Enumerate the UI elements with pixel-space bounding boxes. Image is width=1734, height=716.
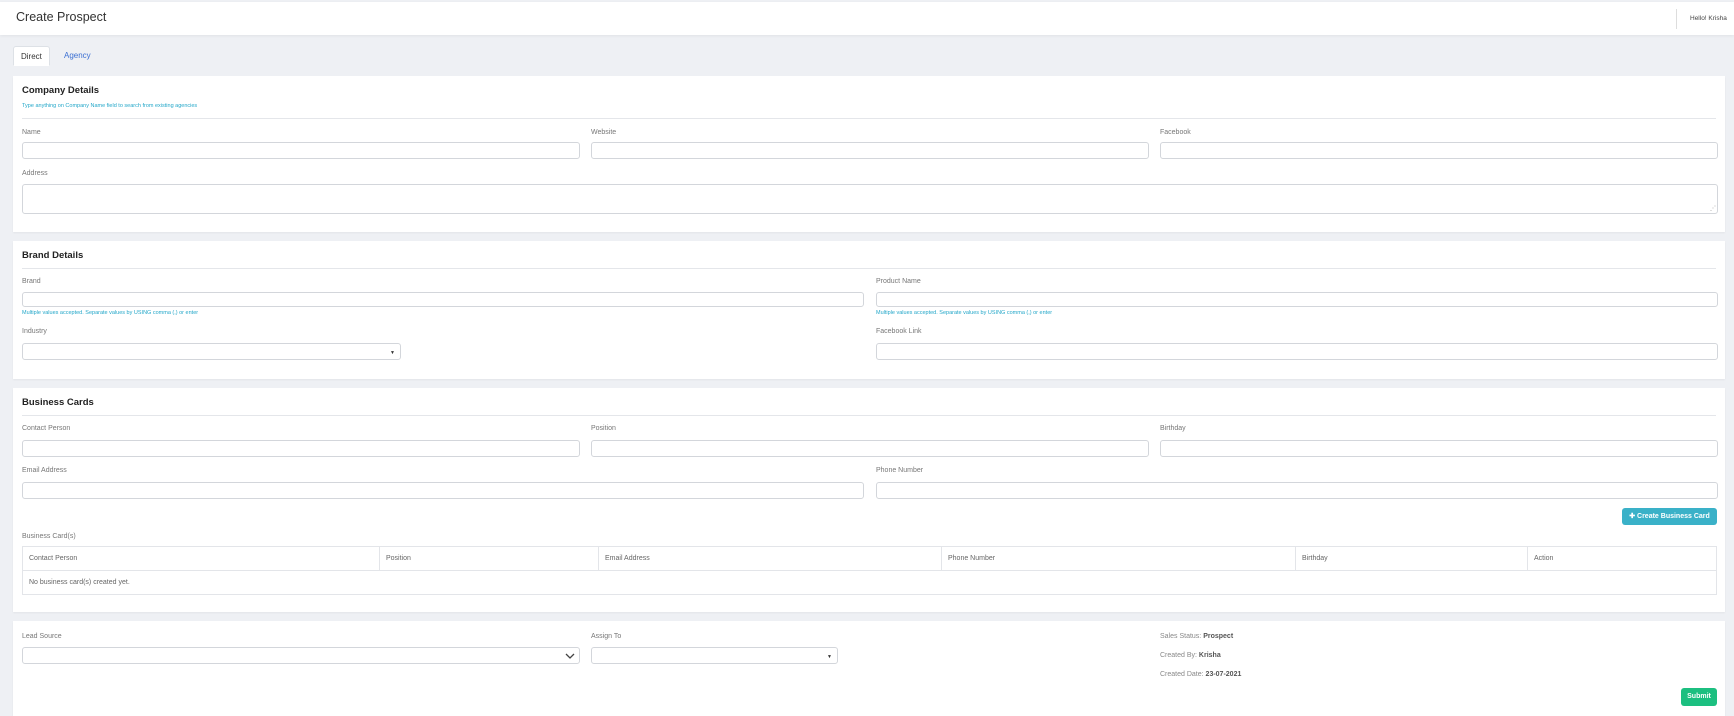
column-header: Contact Person — [22, 546, 380, 571]
birthday-input[interactable] — [1160, 440, 1718, 457]
business-cards-card: Business Cards Contact Person Position B… — [13, 388, 1725, 612]
website-input[interactable] — [591, 142, 1149, 159]
created-by: Created By: Krisha — [1160, 652, 1221, 659]
tab-agency[interactable]: Agency — [57, 46, 98, 66]
divider — [22, 118, 1716, 119]
business-cards-table: Contact Person Position Email Address Ph… — [22, 546, 1717, 595]
submit-button[interactable]: Submit — [1681, 688, 1717, 706]
brand-input[interactable] — [22, 292, 864, 307]
lead-details-card: Lead Source Assign To ▼ Sales Status: Pr… — [13, 621, 1725, 716]
lead-source-select[interactable] — [22, 647, 580, 664]
sales-status: Sales Status: Prospect — [1160, 633, 1233, 640]
product-name-hint: Multiple values accepted. Separate value… — [876, 310, 1053, 316]
caret-down-icon: ▼ — [827, 654, 832, 660]
facebook-label: Facebook — [1160, 129, 1191, 136]
email-address-label: Email Address — [22, 467, 67, 474]
company-search-hint: Type anything on Company Name field to s… — [22, 103, 198, 109]
divider — [22, 268, 1716, 269]
column-header: Email Address — [598, 546, 942, 571]
created-by-value: Krisha — [1198, 652, 1221, 659]
business-cards-title: Business Cards — [22, 397, 94, 408]
position-input[interactable] — [591, 440, 1149, 457]
plus-icon: ✚ — [1629, 513, 1636, 520]
sales-status-value: Prospect — [1203, 633, 1234, 640]
assign-to-select[interactable]: ▼ — [591, 647, 838, 664]
address-label: Address — [22, 170, 48, 177]
header-divider — [1676, 9, 1677, 29]
product-name-label: Product Name — [876, 278, 921, 285]
created-date-label: Created Date: — [1160, 671, 1204, 678]
email-address-input[interactable] — [22, 482, 864, 499]
table-row: No business card(s) created yet. — [22, 570, 1717, 595]
facebook-input[interactable] — [1160, 142, 1718, 159]
birthday-label: Birthday — [1160, 425, 1186, 432]
column-header: Action — [1527, 546, 1717, 571]
company-details-card: Company Details Type anything on Company… — [13, 76, 1725, 232]
industry-select[interactable]: ▼ — [22, 343, 401, 360]
phone-number-input[interactable] — [876, 482, 1718, 499]
create-business-card-button[interactable]: ✚ Create Business Card — [1622, 508, 1717, 525]
user-greeting[interactable]: Hello! Krisha — [1690, 15, 1727, 22]
contact-person-input[interactable] — [22, 440, 580, 457]
chevron-down-icon — [565, 653, 575, 659]
column-header: Phone Number — [941, 546, 1296, 571]
facebook-link-label: Facebook Link — [876, 328, 922, 335]
caret-down-icon: ▼ — [390, 350, 395, 356]
column-header: Birthday — [1295, 546, 1528, 571]
business-cards-list-label: Business Card(s) — [22, 533, 76, 540]
brand-label: Brand — [22, 278, 41, 285]
empty-table-message: No business card(s) created yet. — [22, 570, 1717, 595]
brand-details-card: Brand Details Brand Multiple values acce… — [13, 241, 1725, 379]
column-header: Position — [379, 546, 599, 571]
create-business-card-label: Create Business Card — [1637, 513, 1710, 520]
contact-person-label: Contact Person — [22, 425, 71, 432]
company-name-input[interactable] — [22, 142, 580, 159]
phone-number-label: Phone Number — [876, 467, 924, 474]
table-header-row: Contact Person Position Email Address Ph… — [22, 546, 1717, 571]
lead-source-label: Lead Source — [22, 633, 62, 640]
resize-handle-icon[interactable]: ⋰ — [1710, 206, 1716, 212]
website-label: Website — [591, 129, 617, 136]
address-textarea[interactable]: ⋰ — [22, 184, 1718, 214]
brand-details-title: Brand Details — [22, 250, 84, 261]
facebook-link-input[interactable] — [876, 343, 1718, 360]
industry-label: Industry — [22, 328, 47, 335]
created-date: Created Date: 23-07-2021 — [1160, 671, 1241, 678]
created-by-label: Created By: — [1160, 652, 1197, 659]
created-date-value: 23-07-2021 — [1205, 671, 1242, 678]
product-name-input[interactable] — [876, 292, 1718, 307]
name-label: Name — [22, 129, 41, 136]
page-title: Create Prospect — [16, 10, 107, 24]
company-details-title: Company Details — [22, 85, 100, 96]
sales-status-label: Sales Status: — [1160, 633, 1202, 640]
assign-to-label: Assign To — [591, 633, 622, 640]
top-bar: Create Prospect Hello! Krisha — [0, 2, 1734, 35]
brand-hint: Multiple values accepted. Separate value… — [22, 310, 199, 316]
tab-direct[interactable]: Direct — [13, 46, 50, 66]
divider — [22, 415, 1716, 416]
position-label: Position — [591, 425, 616, 432]
